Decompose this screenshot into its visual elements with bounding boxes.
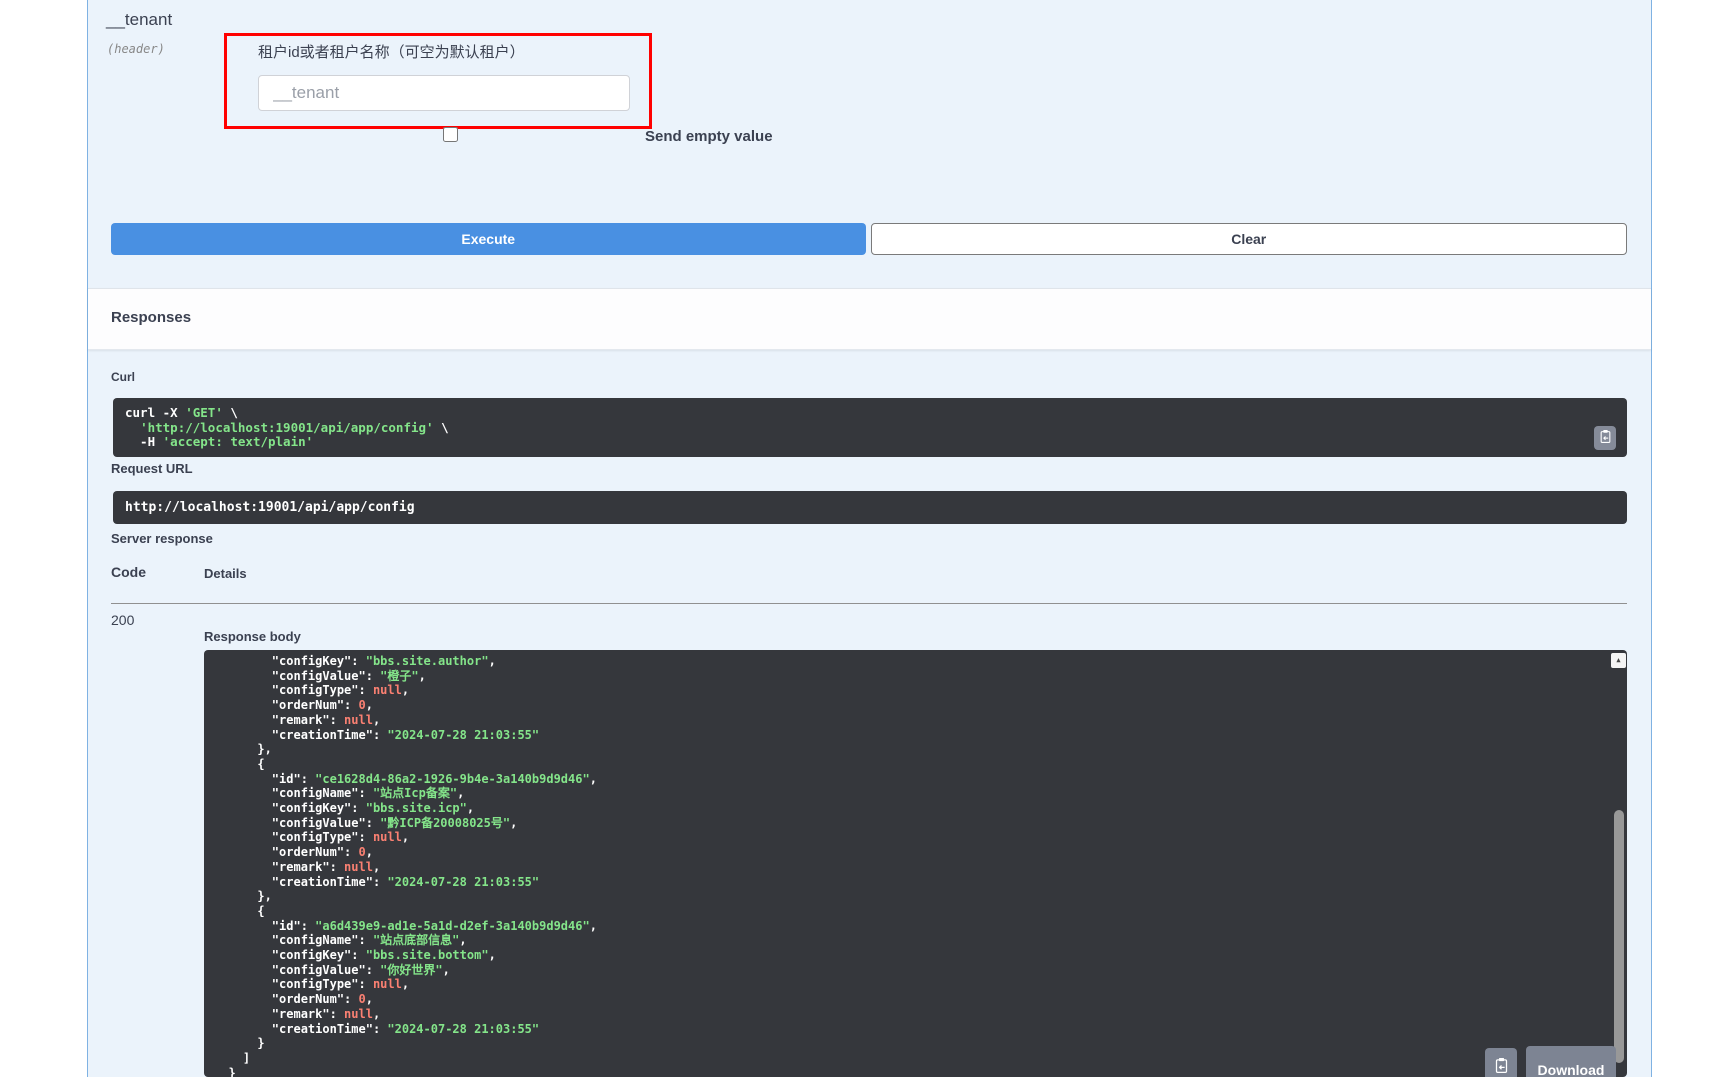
response-scrollbar-thumb[interactable]: [1614, 810, 1624, 1063]
swagger-page: __tenant (header) 租户id或者租户名称（可空为默认租户） Se…: [0, 0, 1717, 1077]
curl-label: Curl: [111, 370, 135, 384]
send-empty-value-label: Send empty value: [645, 128, 773, 145]
request-url-label: Request URL: [111, 461, 193, 476]
parameter-location: (header): [107, 42, 165, 56]
responses-section-header: Responses: [88, 288, 1651, 350]
table-divider: [111, 603, 1627, 604]
parameter-name: __tenant: [106, 10, 172, 30]
responses-title: Responses: [111, 309, 191, 326]
response-body-json: ▲ Download "configKey": "bbs.site.author…: [204, 650, 1627, 1077]
download-button[interactable]: Download: [1526, 1046, 1616, 1077]
clipboard-copy-icon: [1494, 1057, 1509, 1077]
details-column-header: Details: [204, 566, 247, 581]
execute-button[interactable]: Execute: [111, 223, 866, 255]
copy-curl-button[interactable]: [1594, 426, 1616, 450]
response-body-label: Response body: [204, 629, 301, 644]
copy-response-button[interactable]: [1485, 1048, 1517, 1077]
execute-row: Execute Clear: [111, 223, 1627, 255]
scroll-up-arrow-icon[interactable]: ▲: [1611, 653, 1626, 668]
clear-button[interactable]: Clear: [871, 223, 1628, 255]
request-url-value: http://localhost:19001/api/app/config: [113, 491, 1627, 524]
send-empty-value-checkbox[interactable]: [443, 127, 458, 142]
server-response-label: Server response: [111, 531, 213, 546]
curl-command: curl -X 'GET' \ 'http://localhost:19001/…: [113, 398, 1627, 457]
operation-block-body: __tenant (header) 租户id或者租户名称（可空为默认租户） Se…: [87, 0, 1652, 1077]
highlight-rectangle: 租户id或者租户名称（可空为默认租户）: [224, 33, 652, 129]
clipboard-copy-icon: [1599, 429, 1612, 448]
code-column-header: Code: [111, 564, 146, 580]
parameter-description: 租户id或者租户名称（可空为默认租户）: [258, 41, 649, 62]
status-code: 200: [111, 612, 134, 628]
tenant-input[interactable]: [258, 75, 630, 111]
